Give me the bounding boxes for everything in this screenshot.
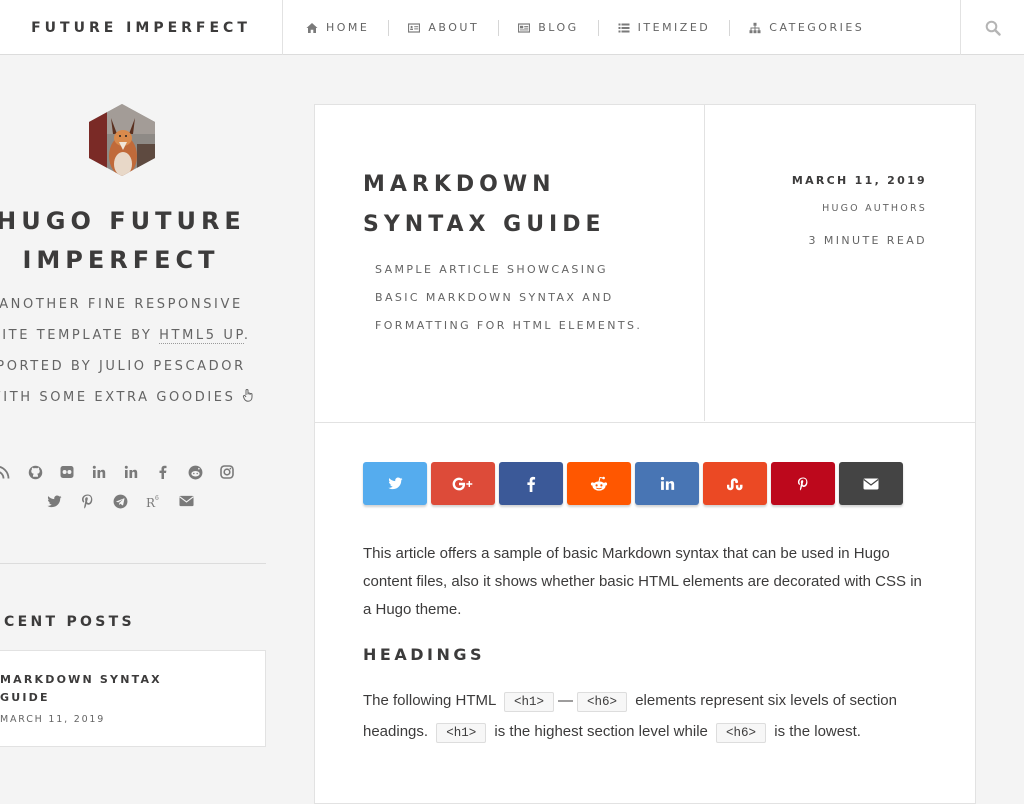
nav-divider <box>729 19 731 36</box>
nav-home[interactable]: HOME <box>296 0 379 55</box>
social-links-row-2: R6 <box>46 493 194 509</box>
article-header: MARKDOWN SYNTAX GUIDE SAMPLE ARTICLE SHO… <box>315 105 975 423</box>
search-button[interactable] <box>960 0 1024 55</box>
inline-code: <h6> <box>577 692 628 712</box>
linkedin-icon[interactable] <box>91 464 107 480</box>
nav-blog[interactable]: BLOG <box>508 0 588 55</box>
flickr-icon[interactable] <box>59 464 75 480</box>
envelope-icon <box>863 478 879 489</box>
recent-posts-heading: CENT POSTS <box>4 614 135 630</box>
twitter-icon[interactable] <box>46 493 62 509</box>
headings-paragraph: The following HTML <h1> — <h6> elements re… <box>363 686 933 748</box>
inline-code: <h1> <box>436 723 487 743</box>
inline-code: <h6> <box>716 723 767 743</box>
reddit-icon <box>590 476 608 491</box>
nav-blog-label: BLOG <box>538 21 579 34</box>
article-meta: MARCH 11, 2019 HUGO AUTHORS 3 MINUTE REA… <box>704 105 975 421</box>
home-icon <box>306 22 318 33</box>
nav-divider <box>597 19 599 36</box>
share-facebook-button[interactable] <box>499 462 563 505</box>
sitemap-icon <box>749 22 761 33</box>
share-buttons <box>363 462 903 505</box>
pinterest-icon[interactable] <box>79 493 95 509</box>
linkedin-icon[interactable] <box>123 464 139 480</box>
top-header: FUTURE IMPERFECT HOME ABOUT BLOG ITEMIZE… <box>0 0 1024 55</box>
search-icon <box>985 20 1001 36</box>
article-title[interactable]: MARKDOWN SYNTAX GUIDE <box>363 165 693 245</box>
paragraph-text: The following HTML <box>363 692 500 709</box>
main-nav: HOME ABOUT BLOG ITEMIZED CATEGORIES <box>296 0 874 55</box>
newspaper-icon <box>518 22 531 33</box>
nav-home-label: HOME <box>326 21 370 34</box>
nav-itemized-label: ITEMIZED <box>637 21 711 34</box>
paragraph-text: is the lowest. <box>770 723 861 740</box>
section-heading: HEADINGS <box>363 645 485 664</box>
r6-icon[interactable]: R6 <box>145 493 161 509</box>
svg-text:6: 6 <box>155 495 159 502</box>
stumbleupon-icon <box>727 477 743 490</box>
nav-about[interactable]: ABOUT <box>398 0 489 55</box>
reading-time: 3 MINUTE READ <box>808 234 927 247</box>
nav-categories[interactable]: CATEGORIES <box>739 0 874 55</box>
share-linkedin-button[interactable] <box>635 462 699 505</box>
share-pinterest-button[interactable] <box>771 462 835 505</box>
github-icon[interactable] <box>27 464 43 480</box>
facebook-icon <box>527 476 536 492</box>
article-author[interactable]: HUGO AUTHORS <box>822 203 927 214</box>
nav-itemized[interactable]: ITEMIZED <box>608 0 721 55</box>
social-links-row-1 <box>0 464 235 480</box>
instagram-icon[interactable] <box>219 464 235 480</box>
recent-post-date: MARCH 11, 2019 <box>0 714 106 725</box>
inline-code: <h1> <box>504 692 555 712</box>
nav-categories-label: CATEGORIES <box>769 21 865 34</box>
reddit-icon[interactable] <box>187 464 203 480</box>
telegram-icon[interactable] <box>112 493 128 509</box>
nav-about-label: ABOUT <box>428 21 480 34</box>
recent-post-card: MARKDOWN SYNTAX GUIDE MARCH 11, 2019 <box>0 650 266 747</box>
facebook-icon[interactable] <box>155 464 171 480</box>
paragraph-text: is the highest section level while <box>490 723 713 740</box>
rss-icon[interactable] <box>0 464 11 480</box>
share-twitter-button[interactable] <box>363 462 427 505</box>
article: MARKDOWN SYNTAX GUIDE SAMPLE ARTICLE SHO… <box>314 104 976 804</box>
sidebar: HUGO FUTURE IMPERFECT ANOTHER FINE RESPO… <box>0 56 266 768</box>
twitter-icon <box>387 477 403 490</box>
blog-title: HUGO FUTURE IMPERFECT <box>0 207 246 274</box>
pinterest-icon <box>797 477 808 491</box>
recent-post-title[interactable]: MARKDOWN SYNTAX GUIDE <box>0 671 190 707</box>
paragraph-text: — <box>558 692 574 709</box>
nav-divider <box>388 19 390 36</box>
sidebar-divider <box>0 563 266 564</box>
site-title[interactable]: FUTURE IMPERFECT <box>0 0 283 55</box>
article-date: MARCH 11, 2019 <box>791 174 927 187</box>
avatar[interactable] <box>89 104 155 176</box>
linkedin-icon <box>660 476 674 490</box>
google-plus-icon <box>452 477 473 490</box>
share-stumbleupon-button[interactable] <box>703 462 767 505</box>
id-card-icon <box>408 22 421 33</box>
share-reddit-button[interactable] <box>567 462 631 505</box>
list-icon <box>618 23 630 32</box>
article-subtitle: SAMPLE ARTICLE SHOWCASING BASIC MARKDOWN… <box>375 263 643 332</box>
share-google-plus-button[interactable] <box>431 462 495 505</box>
blog-description: ANOTHER FINE RESPONSIVE SITE TEMPLATE BY… <box>0 289 262 413</box>
share-email-button[interactable] <box>839 462 903 505</box>
hand-pointer-icon <box>243 389 253 402</box>
article-intro: This article offers a sample of basic Ma… <box>363 545 922 618</box>
envelope-icon[interactable] <box>178 493 194 509</box>
nav-divider <box>498 19 500 36</box>
html5up-link[interactable]: HTML5 UP <box>159 328 244 344</box>
